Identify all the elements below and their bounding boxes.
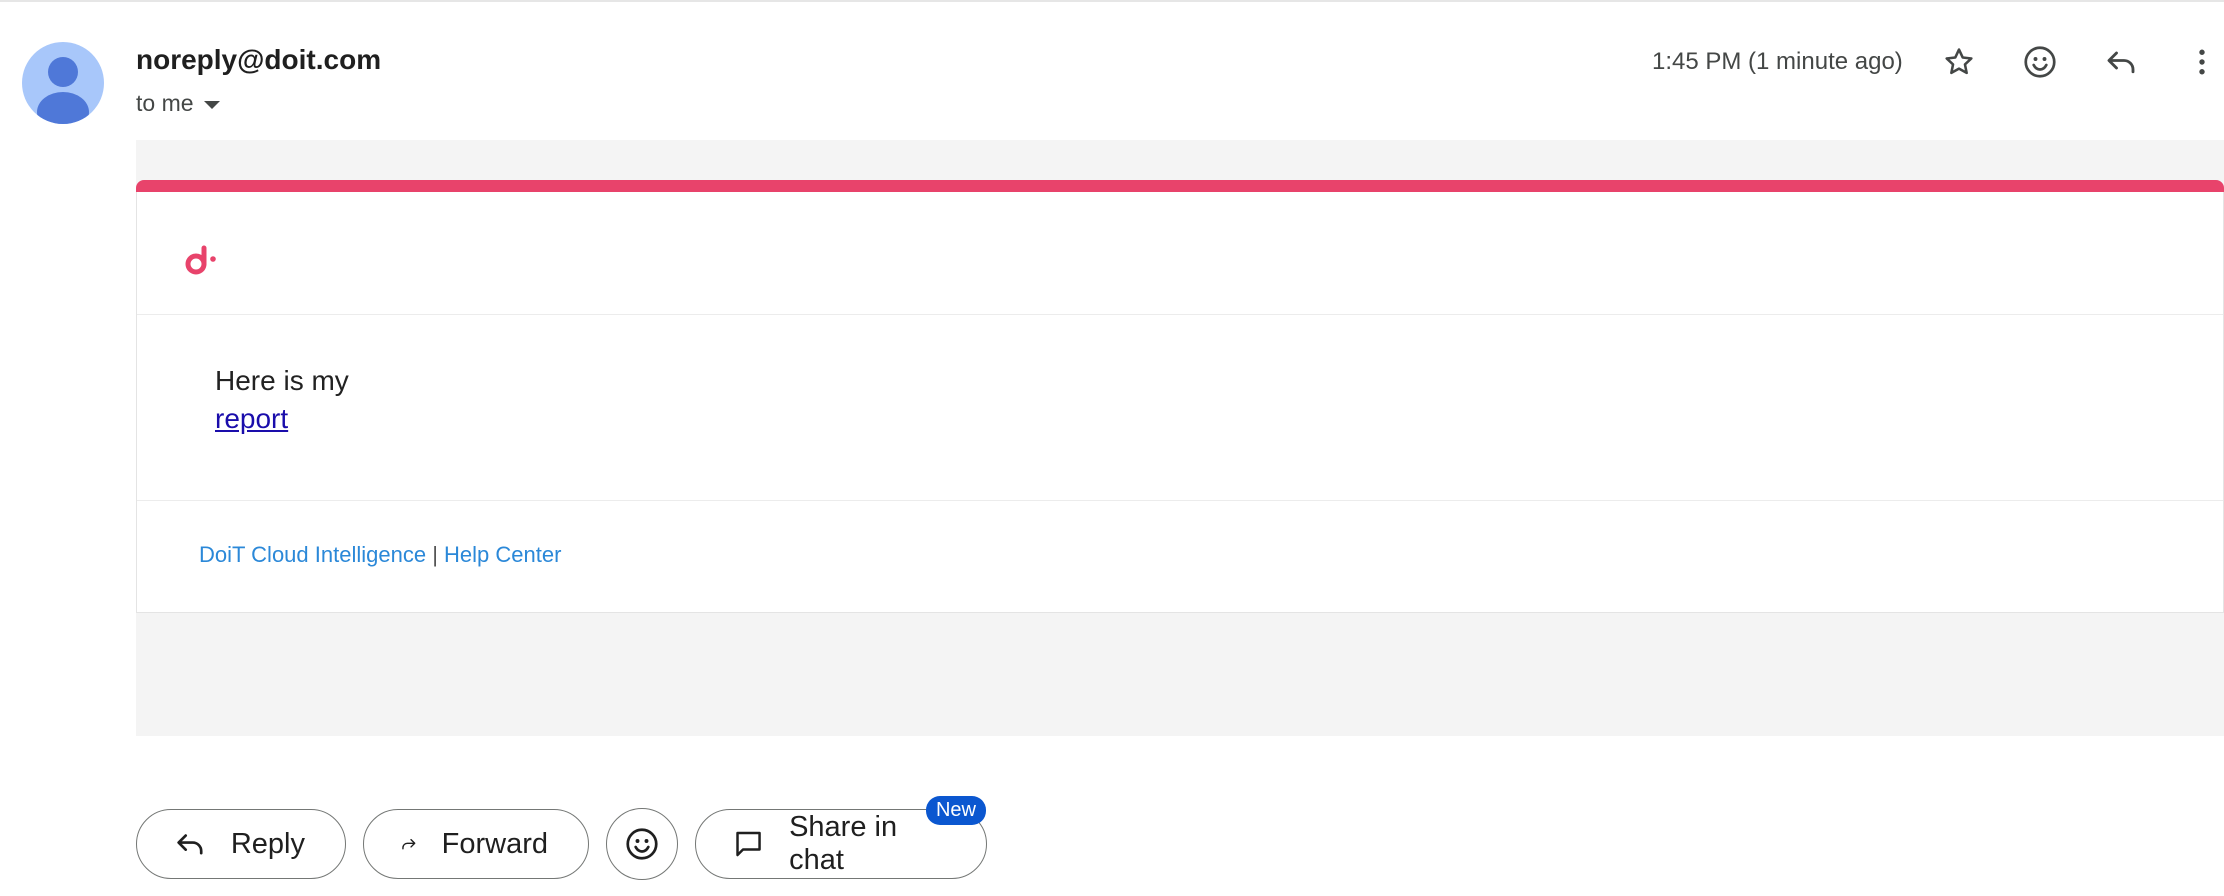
chat-icon [736, 831, 761, 857]
reply-icon [2107, 51, 2135, 74]
email-timestamp: 1:45 PM (1 minute ago) [1652, 48, 1903, 75]
more-options-button[interactable] [2180, 40, 2224, 84]
recipients-toggle[interactable]: to me [136, 90, 220, 117]
brand-accent-bar [136, 180, 2224, 192]
share-in-chat-button[interactable]: Share in chat New [695, 796, 987, 879]
share-in-chat-label: Share in chat [789, 811, 898, 876]
doit-logo-icon [185, 245, 216, 275]
forward-label: Forward [441, 827, 548, 860]
reply-label: Reply [230, 827, 305, 860]
action-bar: Reply Forward Share in chat New [136, 796, 987, 880]
footer-separator: | [432, 542, 438, 567]
doit-logo [183, 240, 223, 285]
emoji-icon [2024, 46, 2056, 78]
email-message: Here is my report [215, 362, 349, 438]
footer-divider [137, 500, 2223, 501]
header-divider [137, 314, 2223, 315]
emoji-action-button[interactable] [606, 808, 678, 880]
star-icon [1945, 48, 1973, 75]
emoji-icon [626, 828, 658, 860]
reply-button[interactable] [2099, 40, 2143, 84]
forward-icon [402, 838, 416, 850]
reply-action-button[interactable]: Reply [136, 809, 346, 879]
doit-cloud-intelligence-link[interactable]: DoiT Cloud Intelligence [199, 542, 426, 567]
top-divider [0, 0, 2224, 2]
star-button[interactable] [1937, 40, 1981, 84]
report-link[interactable]: report [215, 400, 349, 438]
footer-links: DoiT Cloud Intelligence | Help Center [199, 542, 561, 568]
email-card: Here is my report DoiT Cloud Intelligenc… [136, 192, 2224, 613]
person-icon [37, 57, 89, 124]
recipients-label: to me [136, 90, 194, 116]
help-center-link[interactable]: Help Center [444, 542, 561, 567]
email-body-frame: Here is my report DoiT Cloud Intelligenc… [136, 140, 2224, 736]
more-vert-icon [2199, 49, 2205, 75]
sender-name[interactable]: noreply@doit.com [136, 44, 381, 76]
chevron-down-icon [203, 100, 220, 109]
forward-action-button[interactable]: Forward [363, 809, 589, 879]
reply-icon [177, 834, 203, 855]
sender-avatar[interactable] [22, 42, 104, 124]
new-badge: New [925, 796, 986, 825]
emoji-react-button[interactable] [2018, 40, 2062, 84]
message-text: Here is my [215, 365, 349, 396]
